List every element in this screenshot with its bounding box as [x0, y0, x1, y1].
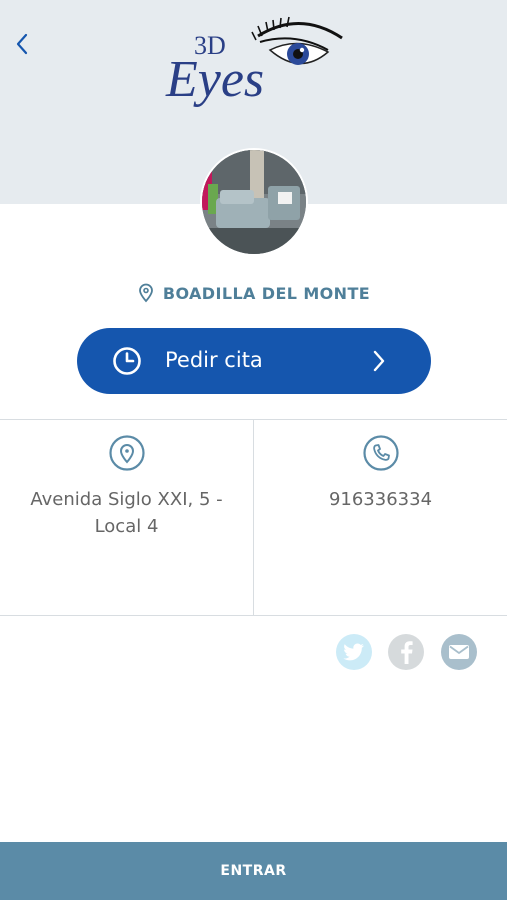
phone-text[interactable]: 916336334 [264, 486, 497, 513]
back-button[interactable] [4, 24, 40, 64]
chevron-left-icon [16, 33, 28, 55]
twitter-button[interactable] [336, 634, 372, 670]
location: BOADILLA DEL MONTE [0, 280, 507, 306]
address-cell: Avenida Siglo XXI, 5 - Local 4 [0, 420, 254, 616]
salon-photo [202, 150, 306, 254]
enter-button[interactable]: ENTRAR [0, 842, 507, 900]
book-appointment-label: Pedir cita [165, 348, 263, 372]
address-map-pin-icon[interactable] [108, 434, 146, 472]
facebook-button[interactable] [388, 634, 424, 670]
address-text: Avenida Siglo XXI, 5 - Local 4 [30, 489, 223, 537]
contact-info: Avenida Siglo XXI, 5 - Local 4 916336334 [0, 419, 507, 616]
facebook-icon [401, 641, 413, 664]
twitter-icon [343, 643, 364, 661]
enter-label: ENTRAR [220, 863, 287, 879]
clock-icon [113, 347, 141, 375]
svg-text:Eyes: Eyes [165, 51, 264, 108]
email-button[interactable] [441, 634, 477, 670]
map-pin-icon [138, 283, 153, 303]
phone-cell: 916336334 [254, 420, 507, 616]
book-appointment-button[interactable]: Pedir cita [77, 328, 431, 394]
chevron-right-icon [373, 350, 385, 372]
location-label: BOADILLA DEL MONTE [162, 283, 371, 303]
phone-icon[interactable] [362, 434, 400, 472]
logo: 3D Eyes [165, 16, 343, 108]
email-icon [449, 645, 469, 659]
avatar [200, 148, 308, 256]
